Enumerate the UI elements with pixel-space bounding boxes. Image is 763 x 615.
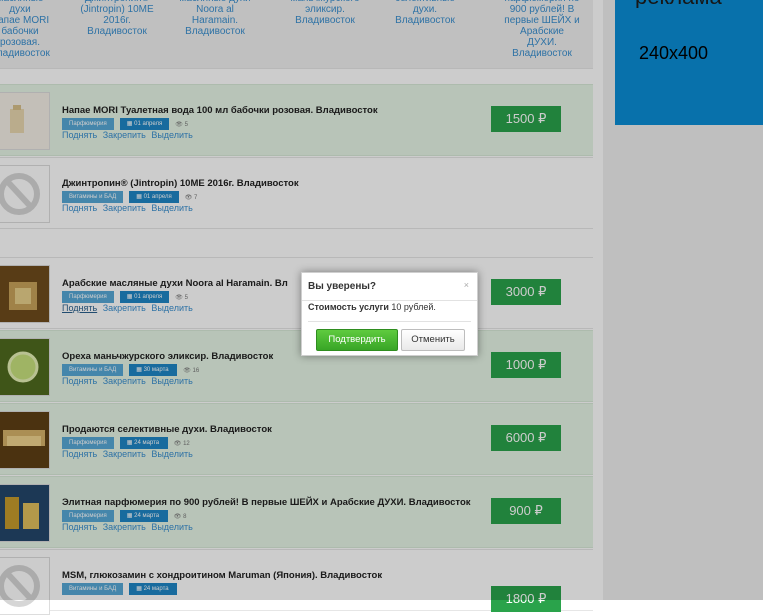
page: масляные духи Напае MORI бабочки розовая… [0, 0, 763, 615]
cancel-button[interactable]: Отменить [401, 329, 465, 351]
dialog-title: Вы уверены? [302, 273, 477, 301]
dialog-divider [308, 321, 471, 322]
confirm-button[interactable]: Подтвердить [316, 329, 398, 351]
dialog-message: Стоимость услуги 10 рублей. [308, 302, 436, 312]
close-icon[interactable]: × [464, 280, 469, 290]
service-cost-value: 10 рублей. [391, 302, 436, 312]
service-cost-label: Стоимость услуги [308, 302, 389, 312]
confirmation-dialog: Вы уверены? × Стоимость услуги 10 рублей… [301, 272, 478, 356]
